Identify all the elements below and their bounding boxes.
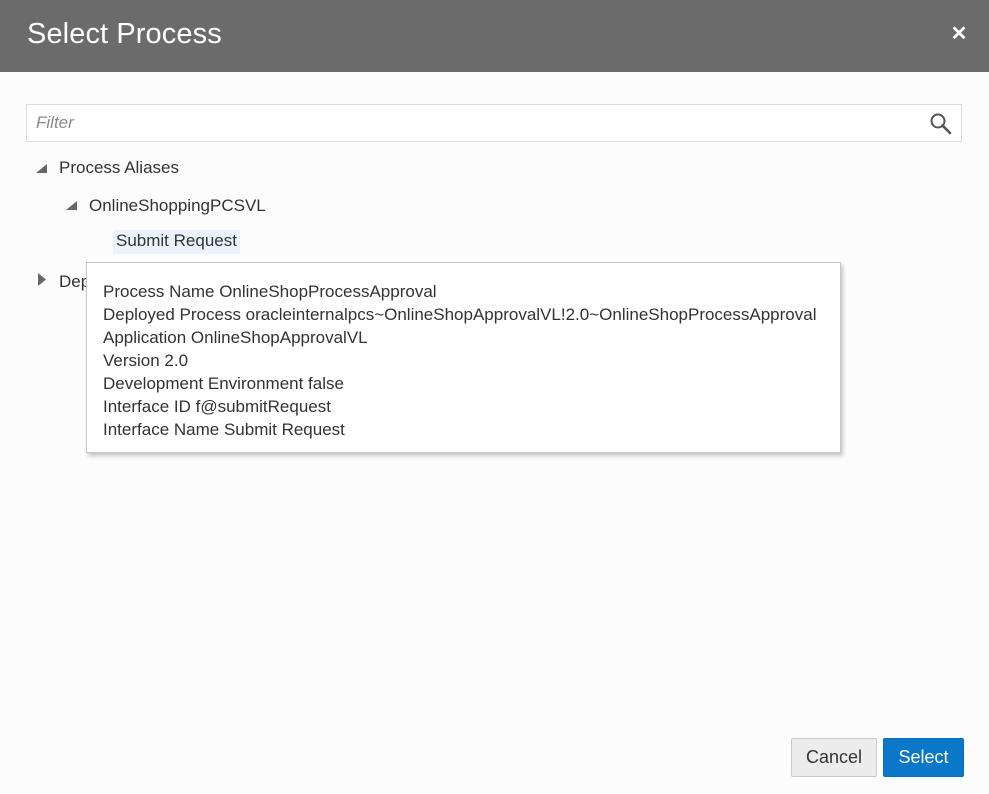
tree-node-label: Process Aliases bbox=[59, 158, 179, 177]
cancel-button[interactable]: Cancel bbox=[791, 738, 877, 777]
tooltip-dev-environment: Development Environment false bbox=[103, 374, 344, 393]
tree-leaf-submit-request[interactable]: Submit Request bbox=[113, 230, 240, 254]
dialog-header: Select Process ✕ bbox=[0, 0, 989, 72]
process-info-tooltip: Process Name OnlineShopProcessApproval D… bbox=[86, 262, 841, 453]
tooltip-interface-id: Interface ID f@submitRequest bbox=[103, 397, 331, 416]
close-icon[interactable]: ✕ bbox=[945, 20, 973, 48]
filter-field[interactable] bbox=[26, 104, 962, 142]
tooltip-application: Application OnlineShopApprovalVL bbox=[103, 328, 368, 347]
dialog-title: Select Process bbox=[27, 18, 222, 50]
collapsed-triangle-icon[interactable] bbox=[38, 273, 46, 286]
tooltip-interface-name: Interface Name Submit Request bbox=[103, 420, 345, 439]
expand-triangle-icon[interactable] bbox=[66, 201, 77, 210]
tree-node-label: OnlineShoppingPCSVL bbox=[89, 196, 266, 215]
tooltip-version: Version 2.0 bbox=[103, 351, 189, 370]
expand-triangle-icon[interactable] bbox=[36, 164, 47, 173]
select-button[interactable]: Select bbox=[883, 738, 964, 777]
filter-input[interactable] bbox=[27, 105, 916, 141]
tooltip-deployed-process: Deployed Process oracleinternalpcs~Onlin… bbox=[103, 305, 817, 324]
search-icon[interactable] bbox=[929, 112, 953, 136]
tooltip-process-name: Process Name OnlineShopProcessApproval bbox=[103, 282, 437, 301]
